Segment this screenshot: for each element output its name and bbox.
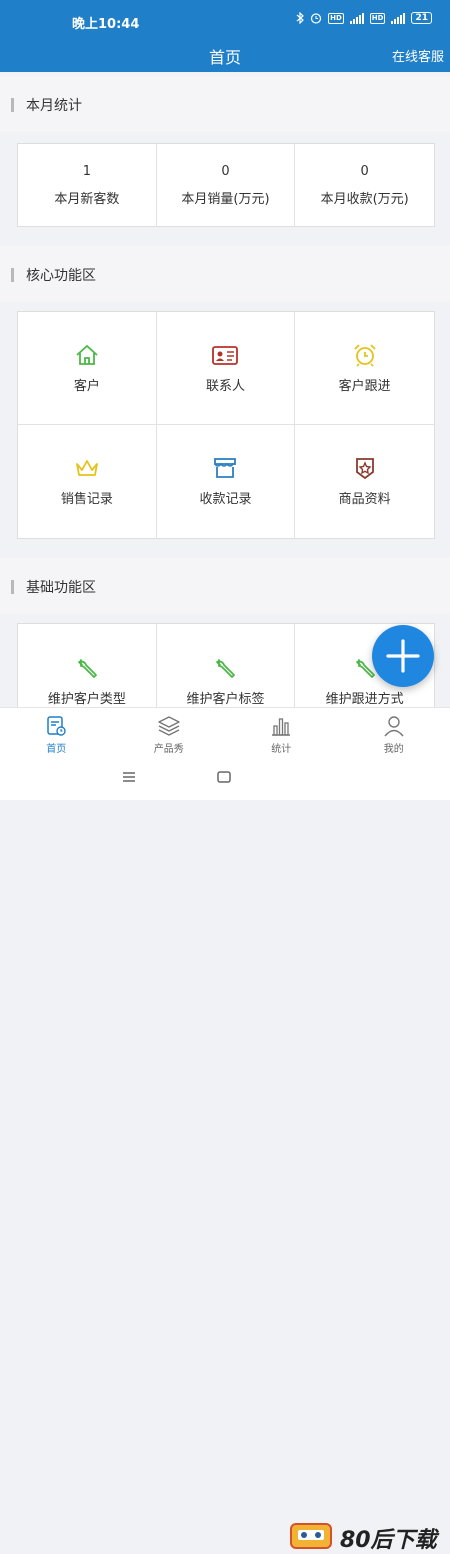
page-title: 首页 [0, 44, 450, 68]
status-icons: HD HD 21 [296, 12, 432, 24]
layers-icon [157, 714, 181, 738]
status-bar: 晚上10:44 HD HD 21 [0, 0, 450, 38]
stat-value: 0 [221, 164, 229, 179]
stat-value: 0 [361, 164, 369, 179]
feature-label: 维护跟进方式 [326, 688, 404, 707]
tab-home[interactable]: 首页 [0, 708, 113, 756]
feature-maintain-customer-tags[interactable]: 维护客户标签 [157, 624, 296, 708]
customer-service-link[interactable]: 在线客服 [392, 46, 444, 65]
signal-icon-2 [391, 13, 405, 24]
id-card-icon [211, 343, 239, 367]
alarm-icon [310, 12, 322, 24]
bluetooth-icon [296, 12, 304, 24]
section-marker [11, 580, 14, 594]
section-marker [11, 98, 14, 112]
section-title: 核心功能区 [26, 265, 96, 285]
feature-product-info[interactable]: 商品资料 [295, 425, 434, 538]
bottom-tab-bar: 首页 产品秀 统计 我的 [0, 707, 450, 756]
section-title: 基础功能区 [26, 577, 96, 597]
section-monthly-stats: 本月统计 [0, 76, 450, 132]
crown-icon [73, 456, 101, 480]
hd-icon-2: HD [370, 13, 386, 24]
section-title: 本月统计 [26, 95, 82, 115]
home-icon [73, 343, 101, 367]
feature-sales-records[interactable]: 销售记录 [18, 425, 157, 538]
feature-label: 维护客户标签 [186, 688, 264, 707]
header-bar: 首页 在线客服 [0, 38, 450, 72]
tab-mine[interactable]: 我的 [338, 708, 450, 756]
tab-label: 产品秀 [154, 740, 184, 755]
stat-label: 本月销量(万元) [181, 188, 269, 207]
stat-label: 本月新客数 [54, 188, 119, 207]
section-marker [11, 268, 14, 282]
core-features-panel: 客户 联系人 客户跟进 销售记录 收款记录 商品资料 [17, 311, 435, 539]
section-basic-features: 基础功能区 [0, 558, 450, 614]
feature-label: 商品资料 [339, 488, 391, 507]
status-time: 晚上10:44 [72, 13, 139, 32]
menu-icon[interactable] [121, 771, 137, 783]
section-core-features: 核心功能区 [0, 246, 450, 302]
tab-statistics[interactable]: 统计 [225, 708, 338, 756]
signal-icon [350, 13, 364, 24]
feature-receipt-records[interactable]: 收款记录 [157, 425, 296, 538]
hd-icon: HD [328, 13, 344, 24]
feature-customer-followup[interactable]: 客户跟进 [295, 312, 434, 425]
bar-chart-icon [269, 714, 293, 738]
stat-sales[interactable]: 0 本月销量(万元) [157, 144, 296, 226]
feature-label: 收款记录 [199, 488, 251, 507]
wrench-icon [73, 656, 101, 680]
watermark-text: 80后下载 [340, 1522, 437, 1554]
tab-label: 统计 [271, 740, 291, 755]
feature-customer[interactable]: 客户 [18, 312, 157, 425]
watermark-logo-icon [288, 1520, 334, 1552]
stat-value: 1 [83, 164, 91, 179]
system-nav-bar: 80后下载 [0, 756, 450, 800]
stat-receipts[interactable]: 0 本月收款(万元) [295, 144, 434, 226]
home-square-icon[interactable] [216, 770, 232, 784]
feature-label: 联系人 [206, 375, 245, 394]
feature-label: 客户 [74, 375, 100, 394]
plus-icon [385, 638, 421, 674]
feature-maintain-customer-type[interactable]: 维护客户类型 [18, 624, 157, 708]
wrench-icon [211, 656, 239, 680]
feature-label: 维护客户类型 [48, 688, 126, 707]
stat-label: 本月收款(万元) [321, 188, 409, 207]
tab-product-show[interactable]: 产品秀 [113, 708, 226, 756]
stats-panel: 1 本月新客数 0 本月销量(万元) 0 本月收款(万元) [17, 143, 435, 227]
battery-icon: 21 [411, 12, 432, 24]
feature-contacts[interactable]: 联系人 [157, 312, 296, 425]
stat-new-customers[interactable]: 1 本月新客数 [18, 144, 157, 226]
alarm-clock-icon [351, 343, 379, 367]
tab-label: 首页 [46, 740, 66, 755]
star-badge-icon [351, 456, 379, 480]
feature-label: 客户跟进 [339, 375, 391, 394]
feature-label: 销售记录 [61, 488, 113, 507]
tab-label: 我的 [384, 740, 404, 755]
user-icon [382, 714, 406, 738]
store-icon [211, 456, 239, 480]
home-doc-icon [44, 714, 68, 738]
add-fab-button[interactable] [372, 625, 434, 687]
basic-features-panel: 维护客户类型 维护客户标签 维护跟进方式 [17, 623, 435, 708]
watermark: 80后下载 [288, 1520, 448, 1552]
